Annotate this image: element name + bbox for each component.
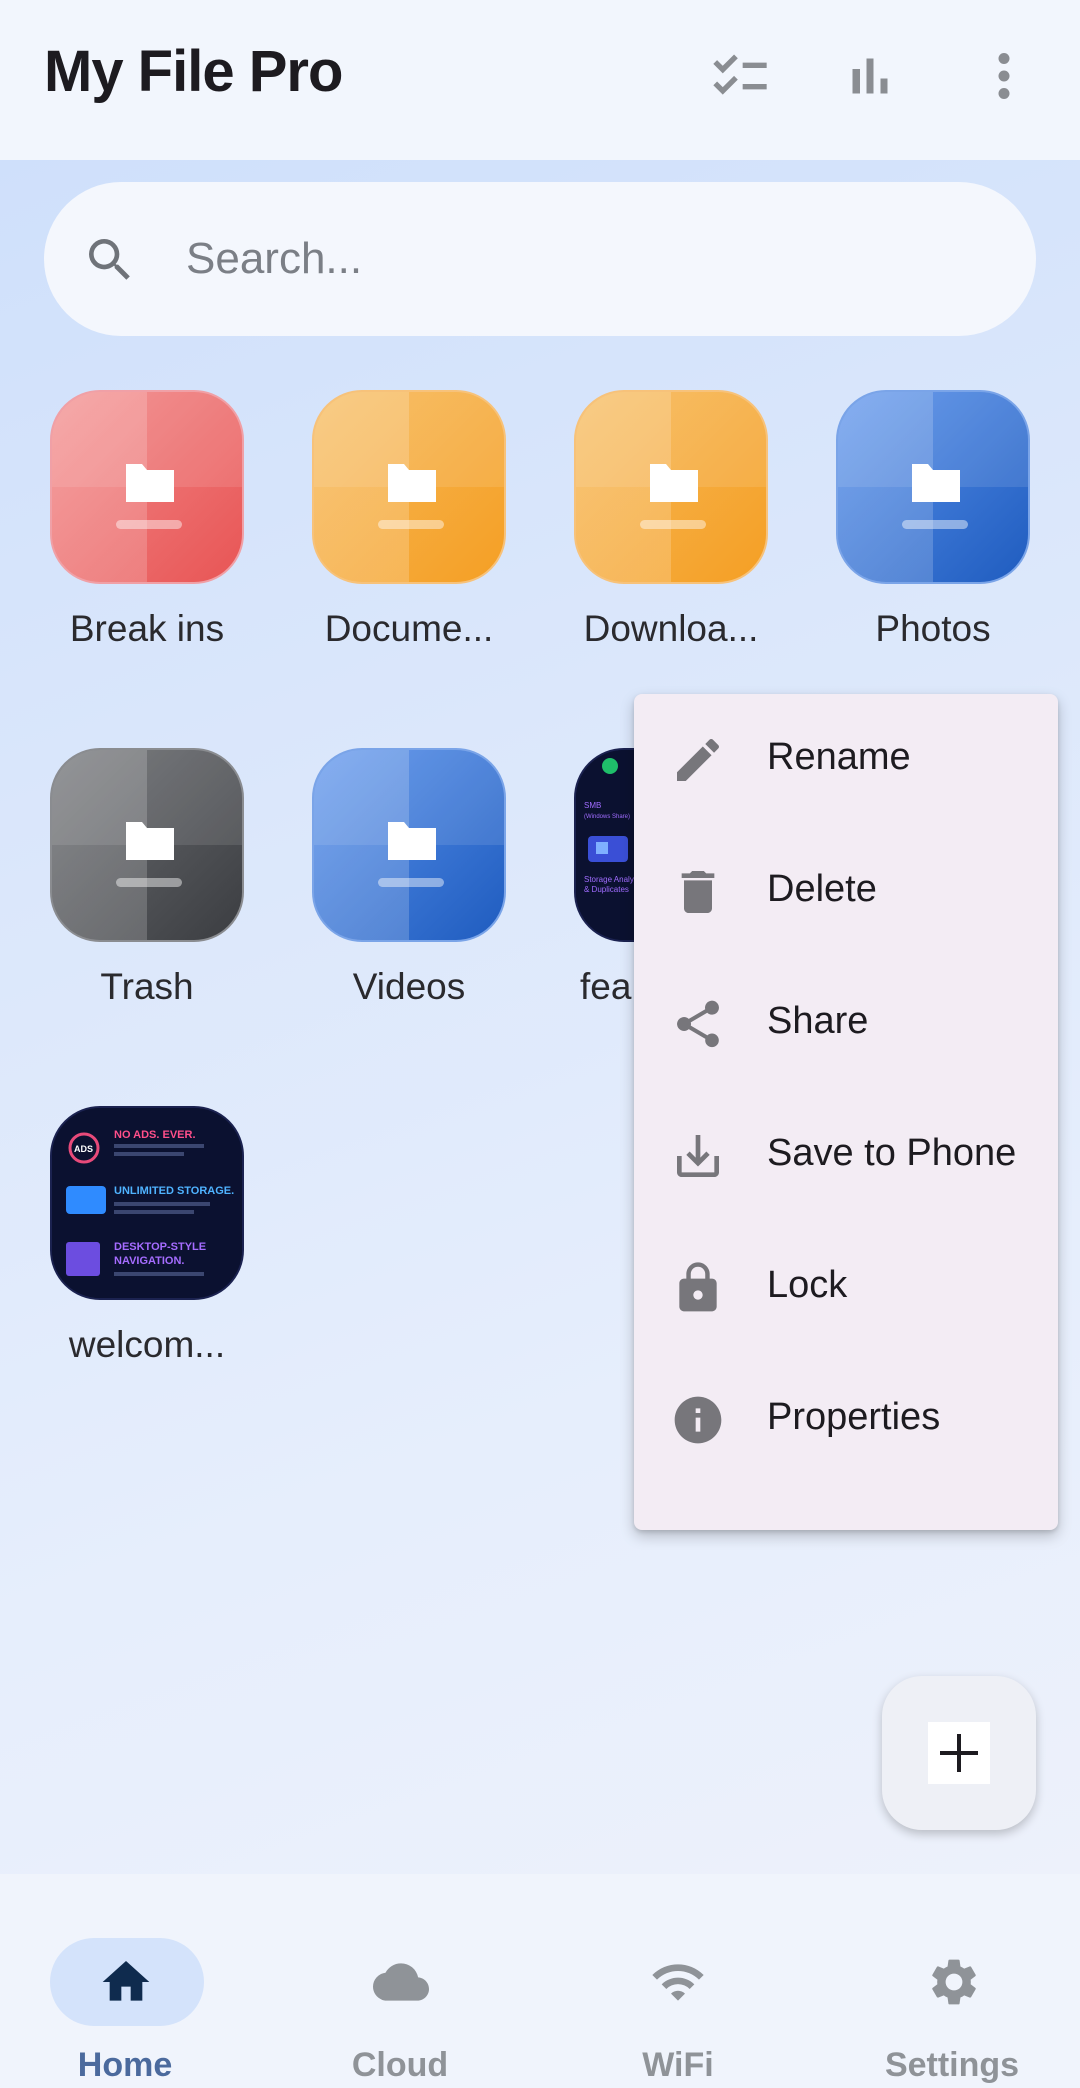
thumb-text: UNLIMITED STORAGE. xyxy=(114,1185,234,1197)
menu-item-label: Rename xyxy=(767,736,911,778)
add-button[interactable] xyxy=(882,1676,1036,1830)
folder-label: Downloa... xyxy=(583,608,759,649)
file-label: welcom... xyxy=(68,1324,226,1365)
nav-item-home[interactable]: Home xyxy=(0,1906,240,2084)
folder-icon xyxy=(50,390,244,584)
menu-item-label: Delete xyxy=(767,868,877,910)
nav-item-settings[interactable]: Settings xyxy=(832,1906,1072,2084)
search-input[interactable] xyxy=(186,222,986,296)
thumb-text: Storage Analy xyxy=(584,875,634,884)
nav-label: WiFi xyxy=(642,2046,714,2084)
more-vert-icon[interactable] xyxy=(968,40,1040,112)
app-title: My File Pro xyxy=(44,39,343,104)
menu-item-label: Share xyxy=(767,1000,869,1042)
home-icon xyxy=(102,1961,150,2001)
folder-label: Break ins xyxy=(69,608,225,649)
image-tile[interactable]: SMB (Windows Share) Storage Analy & Dupl… xyxy=(556,748,646,1008)
thumb-text: NO ADS. EVER. xyxy=(114,1129,196,1141)
menu-item-label: Save to Phone xyxy=(767,1132,1017,1174)
folder-icon xyxy=(50,748,244,942)
gear-icon xyxy=(932,1959,976,2005)
thumb-text: SMB xyxy=(584,801,601,810)
bar-chart-icon[interactable] xyxy=(834,40,906,112)
context-menu: Rename Delete Share Save to Phone Lock P… xyxy=(634,694,1058,1530)
nav-label: Settings xyxy=(884,2046,1020,2084)
top-app-bar: My File Pro xyxy=(0,0,1080,160)
nav-item-cloud[interactable]: Cloud xyxy=(280,1906,520,2084)
thumb-text: & Duplicates xyxy=(584,885,629,894)
menu-item-delete[interactable]: Delete xyxy=(634,826,1058,958)
search-icon xyxy=(82,232,138,293)
folder-icon xyxy=(312,748,506,942)
folder-label: Trash xyxy=(100,966,194,1007)
pencil-icon xyxy=(670,732,726,788)
folder-icon xyxy=(312,390,506,584)
thumb-text: DESKTOP-STYLE xyxy=(114,1241,206,1253)
info-icon xyxy=(670,1392,726,1448)
menu-item-properties[interactable]: Properties xyxy=(634,1354,1058,1486)
bottom-navigation: Home Cloud WiFi Settings xyxy=(0,1874,1080,2088)
thumb-text: (Windows Share) xyxy=(584,814,630,820)
folder-tile[interactable]: Break ins xyxy=(32,390,262,650)
folder-tile[interactable]: Downloa... xyxy=(556,390,786,650)
trash-icon xyxy=(670,864,726,920)
menu-item-lock[interactable]: Lock xyxy=(634,1222,1058,1354)
folder-tile[interactable]: Docume... xyxy=(294,390,524,650)
nav-item-wifi[interactable]: WiFi xyxy=(558,1906,798,2084)
share-icon xyxy=(670,996,726,1052)
menu-item-label: Properties xyxy=(767,1396,941,1438)
menu-item-share[interactable]: Share xyxy=(634,958,1058,1090)
thumb-text: NAVIGATION. xyxy=(114,1255,184,1267)
menu-item-rename[interactable]: Rename xyxy=(634,694,1058,826)
thumb-text: ADS xyxy=(74,1144,93,1154)
folder-label: Videos xyxy=(352,966,466,1007)
image-thumbnail: ADS NO ADS. EVER. UNLIMITED STORAGE. DES… xyxy=(50,1106,244,1300)
checklist-icon[interactable] xyxy=(704,40,776,112)
plus-icon xyxy=(940,1734,978,1772)
menu-item-save-to-phone[interactable]: Save to Phone xyxy=(634,1090,1058,1222)
nav-label: Home xyxy=(77,2046,173,2084)
folder-icon xyxy=(836,390,1030,584)
file-label: fea xyxy=(580,966,632,1007)
image-tile[interactable]: ADS NO ADS. EVER. UNLIMITED STORAGE. DES… xyxy=(32,1106,262,1366)
folder-icon xyxy=(574,390,768,584)
menu-item-label: Lock xyxy=(767,1264,848,1306)
folder-label: Docume... xyxy=(324,608,494,649)
download-icon xyxy=(670,1128,726,1184)
nav-label: Cloud xyxy=(351,2046,449,2084)
folder-tile[interactable]: Photos xyxy=(818,390,1048,650)
folder-label: Photos xyxy=(875,608,991,649)
folder-tile[interactable]: Trash xyxy=(32,748,262,1008)
search-bar[interactable] xyxy=(44,182,1036,336)
lock-icon xyxy=(670,1260,726,1316)
cloud-icon xyxy=(373,1963,429,2001)
folder-tile[interactable]: Videos xyxy=(294,748,524,1008)
wifi-icon xyxy=(652,1964,704,2001)
